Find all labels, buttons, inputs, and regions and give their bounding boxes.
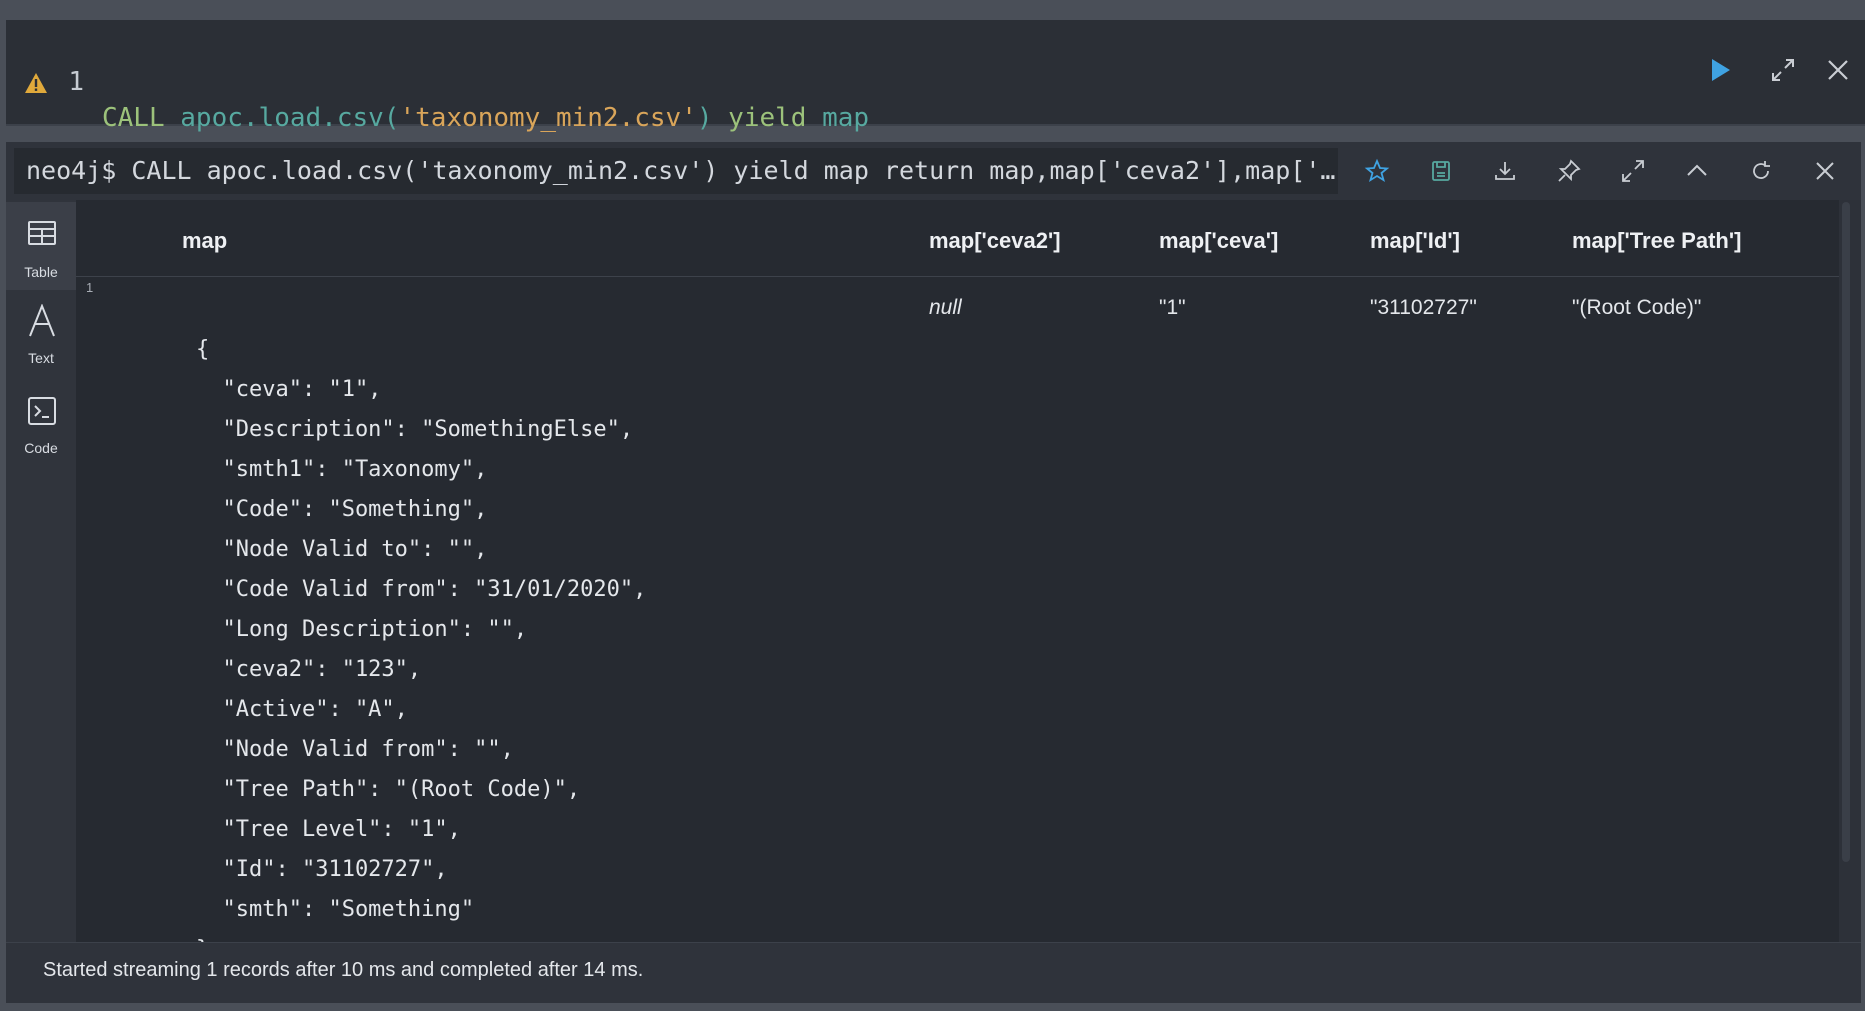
header-divider: [76, 276, 1839, 277]
result-frame: neo4j$ CALL apoc.load.csv('taxonomy_min2…: [6, 142, 1861, 1003]
tab-code[interactable]: Code: [6, 378, 76, 466]
table-icon: [28, 221, 56, 245]
expand-icon[interactable]: [1769, 56, 1797, 84]
scrollbar[interactable]: [1842, 202, 1850, 862]
cell-id: "31102727": [1370, 296, 1477, 319]
code-token: CALL: [102, 103, 181, 133]
row-index: 1: [86, 280, 94, 295]
view-sidebar: Table Text Code: [6, 200, 76, 942]
star-icon[interactable]: [1364, 158, 1390, 184]
tab-text[interactable]: Text: [6, 290, 76, 378]
save-icon[interactable]: [1428, 158, 1454, 184]
column-header-id: map['Id']: [1370, 228, 1460, 253]
code-token: ): [696, 103, 729, 133]
cell-ceva2: null: [929, 296, 962, 319]
status-bar: Started streaming 1 records after 10 ms …: [6, 942, 1861, 1003]
tab-text-label: Text: [28, 350, 54, 366]
pin-icon[interactable]: [1556, 158, 1582, 184]
play-icon[interactable]: [1706, 56, 1734, 84]
editor-line-1[interactable]: 1 CALL apoc.load.csv('taxonomy_min2.csv'…: [6, 28, 1506, 133]
fullscreen-icon[interactable]: [1620, 158, 1646, 184]
query-editor[interactable]: 1 CALL apoc.load.csv('taxonomy_min2.csv'…: [6, 20, 1865, 205]
result-table: map map['ceva2'] map['ceva'] map['Id'] m…: [76, 200, 1839, 942]
cell-ceva: "1": [1159, 296, 1186, 319]
cell-tree-path: "(Root Code)": [1572, 296, 1702, 319]
cell-map-json: { "ceva": "1", "Description": "Something…: [196, 337, 647, 942]
column-header-map: map: [182, 228, 228, 253]
close-icon[interactable]: [1812, 158, 1838, 184]
code-token: yield: [728, 103, 823, 133]
status-text: Started streaming 1 records after 10 ms …: [43, 959, 644, 981]
column-header-ceva: map['ceva']: [1159, 228, 1279, 253]
rerun-icon[interactable]: [1748, 158, 1774, 184]
column-header-ceva2: map['ceva2']: [929, 228, 1061, 253]
tab-table[interactable]: Table: [6, 202, 76, 290]
frame-command-bar[interactable]: neo4j$ CALL apoc.load.csv('taxonomy_min2…: [14, 148, 1338, 194]
code-token: apoc.load.csv(: [180, 103, 400, 133]
collapse-icon[interactable]: [1684, 158, 1710, 184]
code-token: 'taxonomy_min2.csv': [399, 103, 697, 133]
code-token: map: [822, 103, 870, 133]
code-icon: [28, 397, 56, 425]
download-icon[interactable]: [1492, 158, 1518, 184]
frame-header: neo4j$ CALL apoc.load.csv('taxonomy_min2…: [6, 142, 1861, 200]
frame-command[interactable]: neo4j$ CALL apoc.load.csv('taxonomy_min2…: [26, 148, 1336, 194]
editor-line-2[interactable]: 2 return map,map['ceva2'],map['ceva'],ma…: [6, 64, 1506, 205]
column-header-tree-path: map['Tree Path']: [1572, 228, 1742, 253]
tab-code-label: Code: [24, 440, 58, 456]
close-icon[interactable]: [1824, 56, 1852, 84]
code-line-1: CALL apoc.load.csv('taxonomy_min2.csv') …: [102, 100, 869, 136]
text-icon: [29, 304, 55, 337]
warning-icon: [25, 73, 47, 93]
tab-table-label: Table: [24, 264, 58, 280]
